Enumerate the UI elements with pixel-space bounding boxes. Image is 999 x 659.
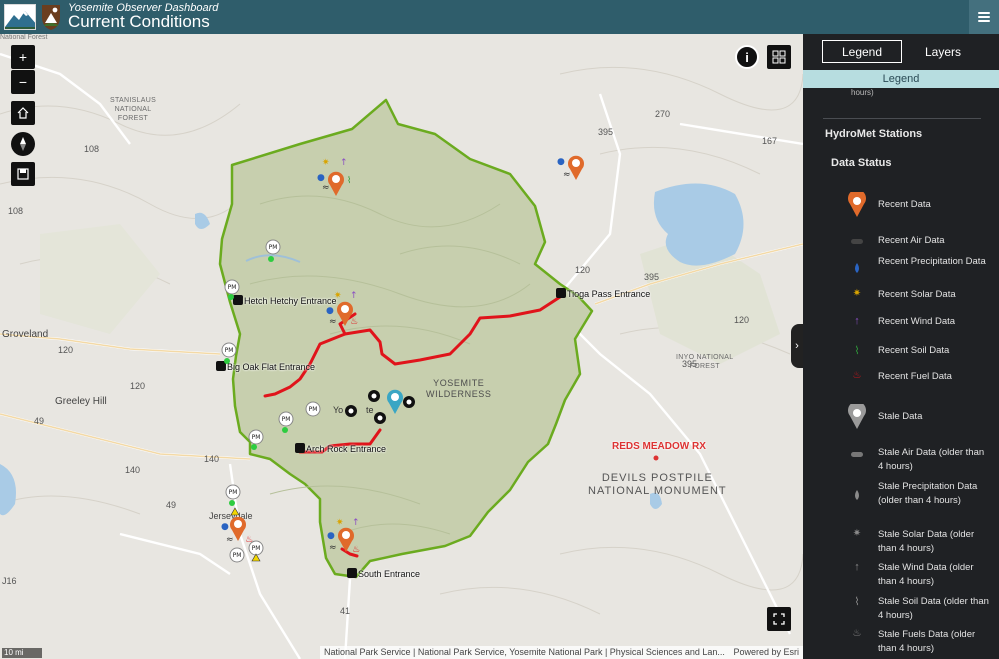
svg-text:♨: ♨ xyxy=(350,317,358,327)
scale-bar: 10 mi xyxy=(2,648,42,658)
fuel-icon: ♨ xyxy=(852,370,862,381)
svg-text:≈: ≈ xyxy=(563,170,571,180)
zoom-out-button[interactable]: − xyxy=(11,70,35,94)
svg-text:●: ● xyxy=(326,306,334,316)
save-icon xyxy=(17,168,29,180)
svg-text:●: ● xyxy=(317,173,325,183)
svg-text:PM: PM xyxy=(282,416,291,423)
fullscreen-icon xyxy=(773,613,785,625)
raindrop-icon xyxy=(843,263,871,273)
air-icon xyxy=(843,234,871,244)
svg-text:♨: ♨ xyxy=(352,545,360,555)
info-icon: i xyxy=(745,49,749,65)
legend-clipped-text: hours) xyxy=(851,88,874,97)
fullscreen-button[interactable] xyxy=(767,607,791,631)
svg-text:↑: ↑ xyxy=(352,518,360,528)
svg-text:≈: ≈ xyxy=(329,543,337,553)
side-panel: Legend Layers Legend hours) HydroMet Sta… xyxy=(803,34,999,659)
compass-icon xyxy=(20,137,26,151)
svg-text:●: ● xyxy=(557,157,565,167)
svg-text:↑: ↑ xyxy=(340,158,348,168)
menu-button[interactable] xyxy=(969,0,999,34)
stale-data-marker-icon xyxy=(843,404,871,430)
tab-legend[interactable]: Legend xyxy=(822,40,902,63)
svg-text:●: ● xyxy=(327,531,335,541)
tab-layers[interactable]: Layers xyxy=(913,40,973,63)
powered-by: Powered by Esri xyxy=(733,647,799,657)
wind-icon: ↑ xyxy=(854,561,860,573)
panel-tabs: Legend Layers xyxy=(803,34,999,68)
collapse-panel-button[interactable]: › xyxy=(791,324,803,368)
status-title: Data Status xyxy=(831,157,892,169)
recent-data-marker-icon xyxy=(843,192,871,218)
legend-list[interactable]: hours) HydroMet Stations Data Status Rec… xyxy=(803,88,999,659)
info-button[interactable]: i xyxy=(735,45,759,69)
attribution: National Park Service | National Park Se… xyxy=(320,646,803,659)
wind-icon: ↑ xyxy=(854,315,860,327)
page-title: Current Conditions xyxy=(68,12,210,31)
fuel-icon: ♨ xyxy=(852,628,862,639)
svg-text:PM: PM xyxy=(228,284,237,291)
section-title: HydroMet Stations xyxy=(825,128,923,140)
svg-text:✷: ✷ xyxy=(336,518,344,528)
svg-text:≈: ≈ xyxy=(322,183,330,193)
svg-text:PM: PM xyxy=(252,545,261,552)
svg-text:↑: ↑ xyxy=(350,291,358,301)
mountain-logo-icon xyxy=(4,4,36,30)
svg-text:⌇: ⌇ xyxy=(347,175,351,186)
basemap-button[interactable] xyxy=(767,45,791,69)
sun-icon: ✷ xyxy=(852,288,862,299)
home-button[interactable] xyxy=(11,101,35,125)
webcam-markers[interactable] xyxy=(345,390,415,424)
svg-text:PM: PM xyxy=(309,406,318,413)
soil-icon: ⌇ xyxy=(854,596,860,608)
svg-text:≈: ≈ xyxy=(226,535,234,545)
sun-icon: ✷ xyxy=(852,528,862,539)
svg-text:PM: PM xyxy=(252,434,261,441)
raindrop-icon xyxy=(843,490,871,500)
divider xyxy=(823,118,981,119)
soil-icon: ⌇ xyxy=(854,345,860,357)
app-header: Yosemite Observer Dashboard Current Cond… xyxy=(0,0,999,34)
recent-data-marker[interactable] xyxy=(327,171,344,196)
home-icon xyxy=(17,107,29,119)
nps-arrowhead-icon xyxy=(40,3,62,31)
svg-text:✷: ✷ xyxy=(322,158,330,168)
svg-text:PM: PM xyxy=(229,489,238,496)
air-icon xyxy=(843,446,871,457)
current-data-marker[interactable] xyxy=(386,389,403,414)
chevron-right-icon: › xyxy=(795,340,799,352)
svg-text:≈: ≈ xyxy=(329,317,337,327)
legend-header: Legend xyxy=(803,70,999,88)
svg-text:●: ● xyxy=(221,522,229,532)
map-view[interactable]: 108 108 120 120 120 120 49 49 140 140 41… xyxy=(0,34,803,659)
svg-text:PM: PM xyxy=(233,552,242,559)
svg-text:PM: PM xyxy=(269,244,278,251)
zoom-in-button[interactable]: + xyxy=(11,45,35,69)
compass-button[interactable] xyxy=(11,132,35,156)
station-markers-layer: ✷ ↑ ●≈⌇ ●≈ ✷ ↑ ●≈ ♨ ●≈ ♨ ✷ ↑ ●≈ ♨ PM PM PM PM … xyxy=(221,155,659,563)
svg-text:PM: PM xyxy=(225,347,234,354)
svg-text:✷: ✷ xyxy=(334,291,342,301)
hamburger-icon xyxy=(978,12,990,22)
bookmark-button[interactable] xyxy=(11,162,35,186)
grid-icon xyxy=(772,50,786,64)
